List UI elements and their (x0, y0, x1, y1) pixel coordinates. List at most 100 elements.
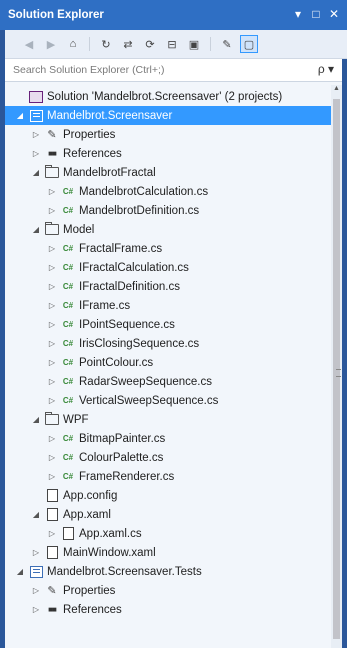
search-box[interactable]: ρ ▾ (5, 59, 342, 82)
title-bar: Solution Explorer ▾ □ ✕ (0, 0, 347, 30)
tree-item[interactable]: ▷ C# RadarSweepSequence.cs (5, 372, 331, 391)
tree-item[interactable]: ▷ ■■ References (5, 600, 331, 619)
expanded-chevron-icon[interactable]: ◢ (31, 415, 41, 424)
expanded-chevron-icon[interactable]: ◢ (31, 510, 41, 519)
tree-item-label: MandelbrotFractal (63, 166, 156, 179)
tree-item[interactable]: ◢ Model (5, 220, 331, 239)
collapsed-chevron-icon[interactable]: ▷ (47, 377, 57, 386)
tree-item-label: IFrame.cs (79, 299, 131, 312)
tree-item-label: PointColour.cs (79, 356, 154, 369)
csharp-file-icon: C# (62, 301, 74, 310)
tree-item[interactable]: ▷ ✎ Properties (5, 125, 331, 144)
close-icon[interactable]: ✕ (329, 7, 339, 21)
collapsed-chevron-icon[interactable]: ▷ (31, 130, 41, 139)
dropdown-menu-icon[interactable]: ▾ (293, 7, 303, 21)
tree-item-label: IFractalCalculation.cs (79, 261, 189, 274)
vertical-scrollbar[interactable]: ▲ (331, 85, 342, 648)
tree-item[interactable]: ▷ C# PointColour.cs (5, 353, 331, 372)
tree-item-label: BitmapPainter.cs (79, 432, 166, 445)
collapsed-chevron-icon[interactable]: ▷ (31, 586, 41, 595)
collapsed-chevron-icon[interactable]: ▷ (47, 301, 57, 310)
tree-item[interactable]: ▷ C# IFractalCalculation.cs (5, 258, 331, 277)
tree-item[interactable]: ▷ ✎ Properties (5, 581, 331, 600)
tree-item[interactable]: ◢ MandelbrotFractal (5, 163, 331, 182)
expanded-chevron-icon[interactable]: ◢ (15, 567, 25, 576)
tree-item[interactable]: ◢ App.xaml (5, 505, 331, 524)
tree-item[interactable]: ▷ C# FractalFrame.cs (5, 239, 331, 258)
back-icon[interactable]: ◀ (21, 36, 37, 52)
scroll-up-icon[interactable]: ▲ (331, 85, 342, 97)
tree-item-label: Model (63, 223, 95, 236)
home-icon[interactable]: ⌂ (65, 36, 81, 52)
collapsed-chevron-icon[interactable]: ▷ (47, 453, 57, 462)
sync-icon[interactable]: ↻ (98, 36, 114, 52)
tree-item[interactable]: ▷ C# FrameRenderer.cs (5, 467, 331, 486)
tree-item[interactable]: ▷ C# IrisClosingSequence.cs (5, 334, 331, 353)
references-icon: ■■ (48, 149, 57, 158)
csharp-file-icon: C# (62, 453, 74, 462)
collapsed-chevron-icon[interactable]: ▷ (47, 396, 57, 405)
tree-item-label: References (63, 147, 122, 160)
collapsed-chevron-icon[interactable]: ▷ (47, 206, 57, 215)
document-icon (45, 546, 59, 560)
csharp-file-icon: C# (62, 187, 74, 196)
collapsed-chevron-icon[interactable]: ▷ (47, 244, 57, 253)
collapsed-chevron-icon[interactable]: ▷ (47, 529, 57, 538)
explorer-panel: ◀ ▶ ⌂ ↻ ⇄ ⟳ ⊟ ▣ ✎ ▢ ρ ▾ Solution 'Mandel… (5, 30, 347, 648)
collapsed-chevron-icon[interactable]: ▷ (47, 282, 57, 291)
collapsed-chevron-icon[interactable]: ▷ (47, 320, 57, 329)
properties-wrench-icon[interactable]: ✎ (219, 36, 235, 52)
tree-item[interactable]: ◢ WPF (5, 410, 331, 429)
collapsed-chevron-icon[interactable]: ▷ (47, 434, 57, 443)
tree-item[interactable]: ▷ C# IFractalDefinition.cs (5, 277, 331, 296)
expanded-chevron-icon[interactable]: ◢ (15, 111, 25, 120)
tree-item-label: IFractalDefinition.cs (79, 280, 180, 293)
tree-item[interactable]: ▷ C# IFrame.cs (5, 296, 331, 315)
collapsed-chevron-icon[interactable]: ▷ (47, 187, 57, 196)
show-all-files-icon[interactable]: ▣ (186, 36, 202, 52)
tree-item[interactable]: ▷ ■■ References (5, 144, 331, 163)
expanded-chevron-icon[interactable]: ◢ (31, 168, 41, 177)
tree-item[interactable]: ▷ C# VerticalSweepSequence.cs (5, 391, 331, 410)
tree-item-label: WPF (63, 413, 89, 426)
preview-selected-icon[interactable]: ▢ (240, 35, 258, 53)
collapsed-chevron-icon[interactable]: ▷ (47, 339, 57, 348)
search-icon[interactable]: ρ ▾ (318, 62, 334, 76)
csharp-file-icon: C# (62, 320, 74, 329)
tree-item-label: FractalFrame.cs (79, 242, 163, 255)
search-input[interactable] (11, 61, 305, 79)
tree-item-label: RadarSweepSequence.cs (79, 375, 212, 388)
collapsed-chevron-icon[interactable]: ▷ (31, 548, 41, 557)
tree-item[interactable]: ▷ C# MandelbrotCalculation.cs (5, 182, 331, 201)
collapsed-chevron-icon[interactable]: ▷ (47, 472, 57, 481)
tree-item[interactable]: App.config (5, 486, 331, 505)
tree-item-label: Solution 'Mandelbrot.Screensaver' (2 pro… (47, 90, 283, 103)
pending-changes-icon[interactable]: ⇄ (120, 36, 136, 52)
tree-item-label: FrameRenderer.cs (79, 470, 175, 483)
properties-wrench-icon: ✎ (47, 129, 57, 141)
project-icon (29, 565, 43, 579)
collapsed-chevron-icon[interactable]: ▷ (47, 358, 57, 367)
tree-item[interactable]: ▷ C# IPointSequence.cs (5, 315, 331, 334)
tree-item[interactable]: ▷ C# ColourPalette.cs (5, 448, 331, 467)
collapsed-chevron-icon[interactable]: ▷ (31, 149, 41, 158)
tree-item[interactable]: ▷ C# BitmapPainter.cs (5, 429, 331, 448)
collapsed-chevron-icon[interactable]: ▷ (47, 263, 57, 272)
tree-item[interactable]: ◢ Mandelbrot.Screensaver.Tests (5, 562, 331, 581)
expanded-chevron-icon[interactable]: ◢ (31, 225, 41, 234)
tree-item[interactable]: ▷ C# MandelbrotDefinition.cs (5, 201, 331, 220)
collapsed-chevron-icon[interactable]: ▷ (31, 605, 41, 614)
tree-item-label: MainWindow.xaml (63, 546, 156, 559)
maximize-icon[interactable]: □ (311, 7, 321, 21)
tree-item[interactable]: ▷ MainWindow.xaml (5, 543, 331, 562)
tree-item[interactable]: Solution 'Mandelbrot.Screensaver' (2 pro… (5, 87, 331, 106)
refresh-icon[interactable]: ⟳ (142, 36, 158, 52)
forward-icon[interactable]: ▶ (43, 36, 59, 52)
scroll-thumb[interactable] (333, 99, 341, 639)
csharp-file-icon: C# (62, 377, 74, 386)
tree-item[interactable]: ◢ Mandelbrot.Screensaver (5, 106, 331, 125)
tree-item-label: IPointSequence.cs (79, 318, 175, 331)
tree-item[interactable]: ▷ App.xaml.cs (5, 524, 331, 543)
document-icon (45, 508, 59, 522)
collapse-all-icon[interactable]: ⊟ (164, 36, 180, 52)
